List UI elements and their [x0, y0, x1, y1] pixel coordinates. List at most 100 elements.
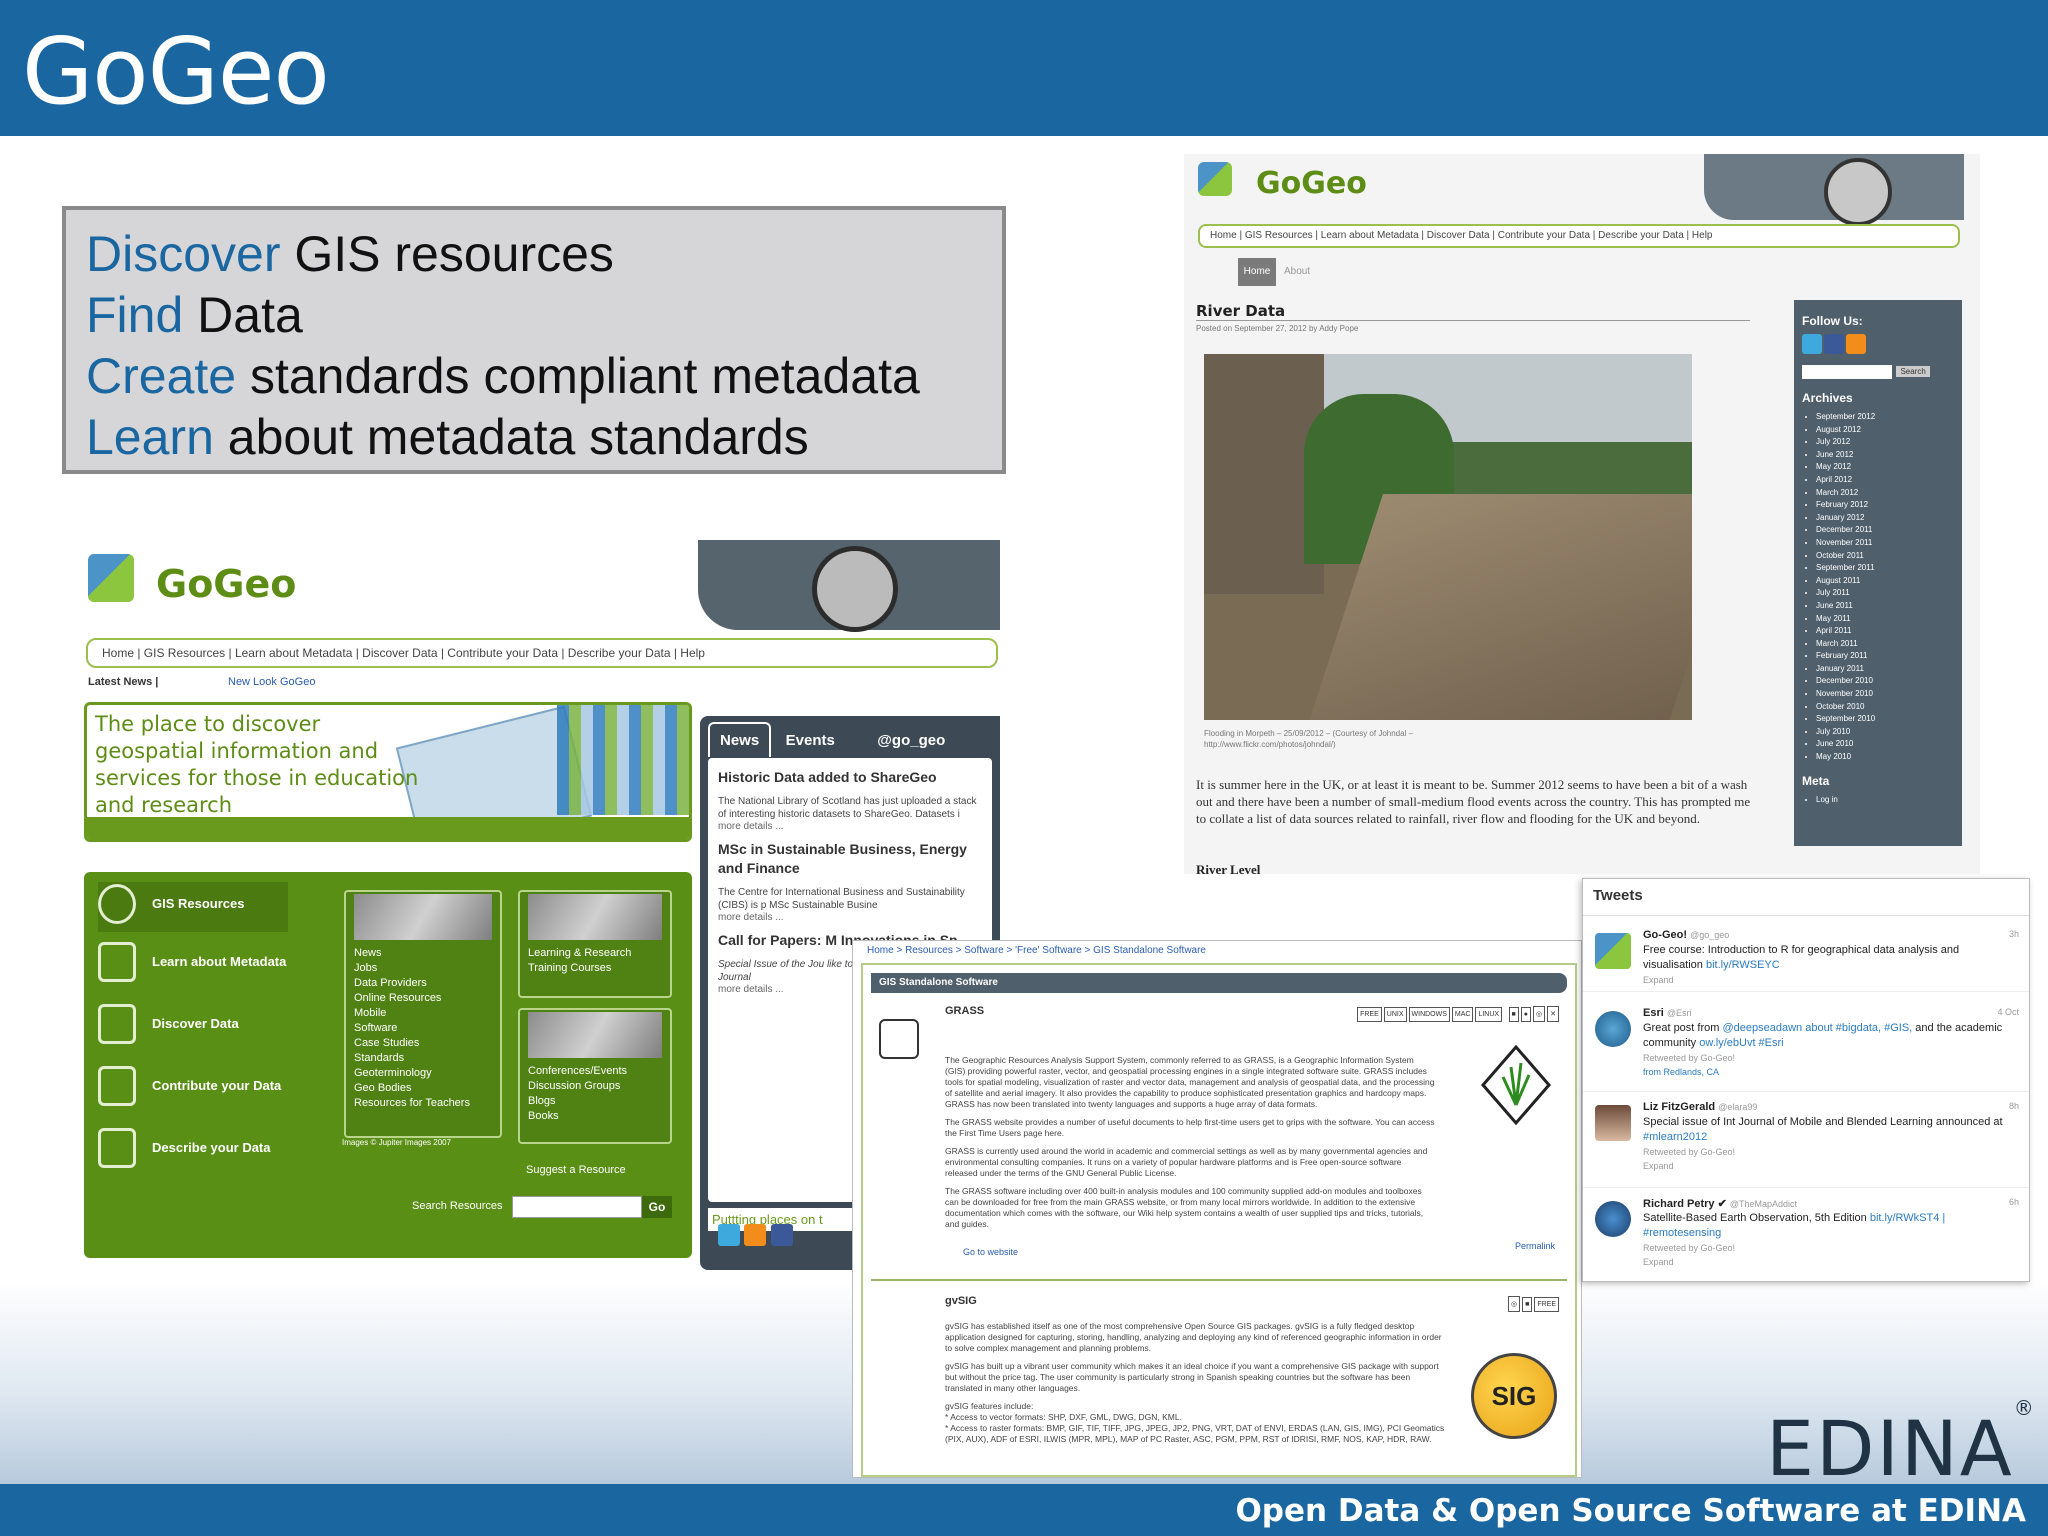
tweet-link[interactable]: bit.ly/RWSEYC — [1706, 959, 1780, 971]
archive-link[interactable]: March 2011 — [1816, 638, 1954, 651]
archive-link[interactable]: January 2012 — [1816, 512, 1954, 525]
text: Satellite-Based Earth Observation, 5th E… — [1643, 1212, 1867, 1224]
archive-link[interactable]: October 2011 — [1816, 550, 1954, 563]
archive-link[interactable]: March 2012 — [1816, 487, 1954, 500]
resource-link[interactable]: Mobile — [354, 1006, 492, 1021]
archive-link[interactable]: January 2011 — [1816, 663, 1954, 676]
menu-contribute-data[interactable]: Contribute your Data — [98, 1064, 288, 1114]
software-name[interactable]: GRASS — [945, 1005, 984, 1017]
tweet-author[interactable]: Richard Petry ✔ @TheMapAddict — [1643, 1197, 1797, 1210]
archive-link[interactable]: September 2011 — [1816, 562, 1954, 575]
community-link[interactable]: Discussion Groups — [528, 1079, 662, 1094]
archive-link[interactable]: November 2011 — [1816, 537, 1954, 550]
archive-link[interactable]: November 2010 — [1816, 688, 1954, 701]
archive-link[interactable]: October 2010 — [1816, 701, 1954, 714]
tweet-link[interactable]: #mlearn2012 — [1643, 1131, 1707, 1143]
post-title[interactable]: River Data — [1196, 302, 1285, 320]
permalink-link[interactable]: Permalink — [1515, 1241, 1555, 1251]
archive-link[interactable]: July 2010 — [1816, 726, 1954, 739]
archive-link[interactable]: May 2011 — [1816, 613, 1954, 626]
archive-link[interactable]: December 2010 — [1816, 675, 1954, 688]
community-link[interactable]: Conferences/Events — [528, 1064, 662, 1079]
resource-link[interactable]: Software — [354, 1021, 492, 1036]
menu-gis-resources[interactable]: GIS Resources — [98, 882, 288, 932]
archive-link[interactable]: April 2012 — [1816, 474, 1954, 487]
facebook-icon[interactable] — [1824, 334, 1844, 354]
news-title[interactable]: MSc in Sustainable Business, Energy and … — [718, 840, 982, 878]
tweet-author[interactable]: Go-Geo! @go_geo — [1643, 929, 1729, 941]
resource-link[interactable]: Geo Bodies — [354, 1081, 492, 1096]
tab-home[interactable]: Home — [1238, 258, 1276, 286]
more-details-link[interactable]: more details ... — [718, 912, 982, 923]
search-button[interactable]: Search — [1896, 366, 1930, 378]
archive-link[interactable]: May 2012 — [1816, 461, 1954, 474]
archive-link[interactable]: June 2010 — [1816, 738, 1954, 751]
menu-learn-metadata[interactable]: Learn about Metadata — [98, 940, 288, 990]
resource-link[interactable]: Online Resources — [354, 991, 492, 1006]
archive-link[interactable]: June 2011 — [1816, 600, 1954, 613]
menu-discover-data[interactable]: Discover Data — [98, 1002, 288, 1052]
login-link[interactable]: Log in — [1816, 794, 1954, 807]
tweet[interactable]: Richard Petry ✔ @TheMapAddict 6h Satelli… — [1583, 1197, 2029, 1277]
tweet-link[interactable]: @deepseadawn about #bigdata, #GIS, — [1722, 1022, 1912, 1034]
globe-icon — [98, 884, 136, 924]
resource-link[interactable]: Data Providers — [354, 976, 492, 991]
news-title[interactable]: Historic Data added to ShareGeo — [718, 768, 982, 787]
tab-news[interactable]: News — [708, 722, 772, 757]
more-details-link[interactable]: more details ... — [718, 821, 982, 832]
rss-icon[interactable] — [744, 1224, 767, 1246]
blog-screenshot: GoGeo Home | GIS Resources | Learn about… — [1184, 154, 1980, 874]
resource-link[interactable]: Standards — [354, 1051, 492, 1066]
facebook-icon[interactable] — [770, 1224, 793, 1246]
archive-link[interactable]: July 2011 — [1816, 587, 1954, 600]
archive-link[interactable]: April 2011 — [1816, 625, 1954, 638]
tweet-link[interactable]: ow.ly/ebUvt #Esri — [1699, 1037, 1783, 1049]
resource-link[interactable]: Jobs — [354, 961, 492, 976]
learning-link[interactable]: Learning & Research — [528, 946, 662, 961]
resource-link[interactable]: Geoterminology — [354, 1066, 492, 1081]
community-link[interactable]: Books — [528, 1109, 662, 1124]
tab-about[interactable]: About — [1284, 266, 1310, 277]
software-name[interactable]: gvSIG — [945, 1295, 977, 1307]
tab-events[interactable]: Events — [776, 724, 845, 757]
resource-link[interactable]: Case Studies — [354, 1036, 492, 1051]
tweet-author[interactable]: Esri @Esri — [1643, 1007, 1692, 1019]
resource-link[interactable]: News — [354, 946, 492, 961]
go-button[interactable]: Go — [642, 1196, 672, 1218]
tweet-author[interactable]: Liz FitzGerald @elara99 — [1643, 1101, 1757, 1113]
tweet[interactable]: Go-Geo! @go_geo 3h Free course: Introduc… — [1583, 929, 2029, 987]
expand-link[interactable]: Expand — [1643, 1161, 1674, 1171]
expand-link[interactable]: Expand — [1643, 975, 1674, 985]
learning-link[interactable]: Training Courses — [528, 961, 662, 976]
archive-link[interactable]: February 2012 — [1816, 499, 1954, 512]
twitter-icon[interactable] — [718, 1224, 740, 1246]
archive-link[interactable]: July 2012 — [1816, 436, 1954, 449]
expand-link[interactable]: Expand — [1643, 1257, 1674, 1267]
archive-link[interactable]: September 2012 — [1816, 411, 1954, 424]
archive-link[interactable]: December 2011 — [1816, 524, 1954, 537]
archive-link[interactable]: September 2010 — [1816, 713, 1954, 726]
go-to-website-link[interactable]: Go to website — [963, 1247, 1018, 1257]
tweet[interactable]: Esri @Esri 4 Oct Great post from @deepse… — [1583, 1007, 2029, 1087]
twitter-icon[interactable] — [1802, 334, 1822, 354]
latest-news-link[interactable]: New Look GoGeo — [228, 676, 315, 688]
archive-link[interactable]: June 2012 — [1816, 449, 1954, 462]
location-label[interactable]: from Redlands, CA — [1643, 1067, 1719, 1077]
community-link[interactable]: Blogs — [528, 1094, 662, 1109]
tab-twitter[interactable]: @go_geo — [867, 724, 955, 757]
archive-link[interactable]: February 2011 — [1816, 650, 1954, 663]
portal-nav-bar[interactable]: Home | GIS Resources | Learn about Metad… — [86, 638, 998, 668]
blog-nav-bar[interactable]: Home | GIS Resources | Learn about Metad… — [1198, 224, 1960, 248]
archive-link[interactable]: August 2011 — [1816, 575, 1954, 588]
search-resources-input[interactable] — [512, 1196, 642, 1218]
search-input[interactable] — [1802, 364, 1892, 379]
menu-describe-data[interactable]: Describe your Data — [98, 1126, 288, 1176]
resource-link[interactable]: Resources for Teachers — [354, 1096, 492, 1111]
registered-mark: ® — [2013, 1396, 2036, 1420]
archive-link[interactable]: May 2010 — [1816, 751, 1954, 764]
breadcrumb[interactable]: Home > Resources > Software > 'Free' Sof… — [867, 945, 1206, 956]
suggest-resource-link[interactable]: Suggest a Resource — [526, 1164, 626, 1176]
rss-icon[interactable] — [1846, 334, 1866, 354]
tweet[interactable]: Liz FitzGerald @elara99 8h Special issue… — [1583, 1101, 2029, 1181]
archive-link[interactable]: August 2012 — [1816, 424, 1954, 437]
